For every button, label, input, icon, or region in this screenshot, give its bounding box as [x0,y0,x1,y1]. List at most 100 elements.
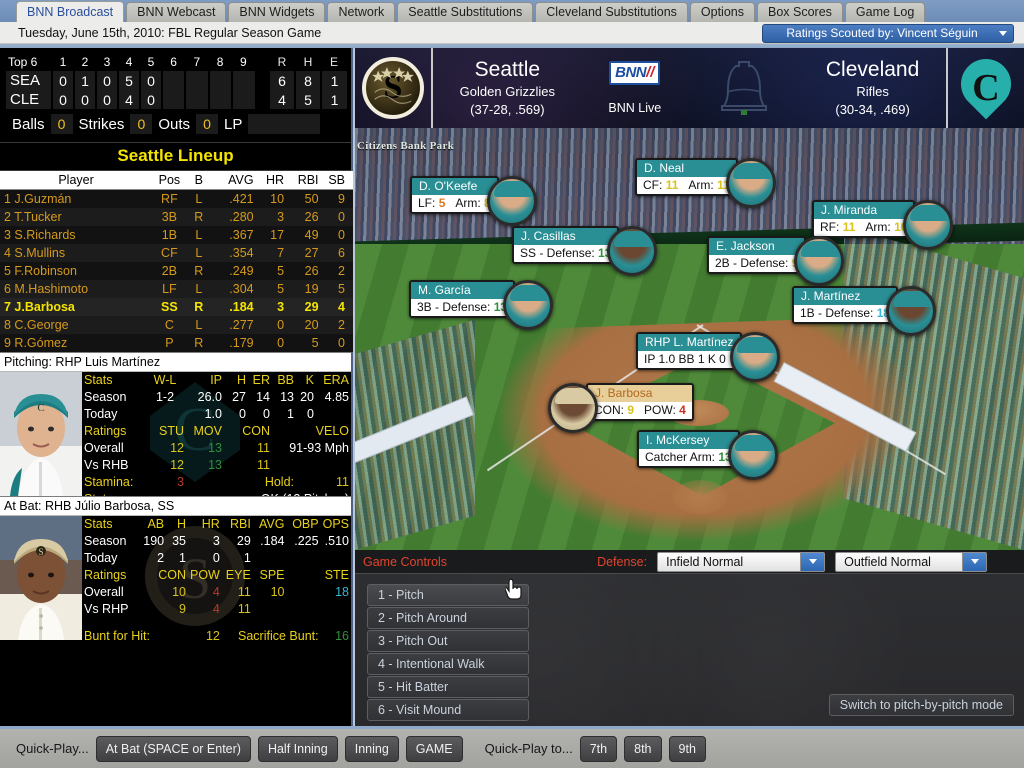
lineup-player-name: 3 S.Richards [0,225,153,244]
game-controls-buttons: 1 - Pitch 2 - Pitch Around 3 - Pitch Out 4 … [355,574,529,721]
infield-alignment-select[interactable]: Infield Normal [657,551,826,572]
lineup-row[interactable]: 7 J.Barbosa SS R .184 3 29 4 [0,297,353,316]
lineup-rbi: 20 [288,315,323,334]
game-control-button-2[interactable]: 2 - Pitch Around [367,607,529,629]
field-player-name: RHP L. Martínez [638,334,741,351]
bat-overall-con: 10 [172,585,186,599]
outfield-alignment-select[interactable]: Outfield Normal [835,551,988,572]
field-player-1b[interactable]: J. Martínez 1B - Defense: 18 [792,286,937,336]
total-h: 8 [294,71,321,90]
lineup-row[interactable]: 9 R.Gómez P R .179 0 5 0 [0,333,353,352]
tab-bnn-widgets[interactable]: BNN Widgets [228,2,326,22]
bat-hdr-spe: SPE [259,568,285,582]
switch-pitch-mode-button[interactable]: Switch to pitch-by-pitch mode [828,694,1014,716]
field-player-avatar [730,332,781,382]
chevron-down-icon[interactable] [962,552,987,571]
sacrifice-bunt-value: 16 [335,629,349,640]
field-player-ss[interactable]: J. Casillas SS - Defense: 13 [512,226,658,276]
tab-bnn-broadcast[interactable]: BNN Broadcast [16,1,125,22]
game-control-button-6[interactable]: 6 - Visit Mound [367,699,529,721]
pit-today-wl [144,406,186,423]
lineup-rbi: 50 [288,189,323,208]
linescore-row: CLE 0 0 0 4 0 4 5 1 [6,90,347,109]
pit-hdr-era: ERA [323,373,349,387]
quick-play-half-inning[interactable]: Half Inning [257,735,338,762]
tab-options[interactable]: Options [689,2,755,22]
field-player-stats: 3B - Defense: 13 [411,299,514,316]
bat-hdr-pow: POW [189,568,220,582]
inning-header: 7 [193,54,201,69]
field-player-name: J. Miranda [814,202,914,219]
field-stat-label: SS - Defense: [520,246,595,260]
lineup-row[interactable]: 6 M.Hashimoto LF L .304 5 19 5 [0,279,353,298]
pit-overall-stu: 12 [170,441,184,455]
field-stat-label: 1B - Defense: [800,306,874,320]
tab-game-log[interactable]: Game Log [844,2,926,22]
lineup-avg: .367 [210,225,258,244]
field-player-2b[interactable]: E. Jackson2B - Defense: 9 [707,236,845,286]
bat-season-h: 35 [172,534,186,548]
banner-center: Seattle Golden Grizzlies (37-28, .569) B… [431,48,948,128]
pit-hdr-h: H [236,373,246,387]
tab-seattle-substitutions[interactable]: Seattle Substitutions [397,2,534,22]
lineup-row[interactable]: 8 C.George C L .277 0 20 2 [0,315,353,334]
lineup-bats: L [186,279,211,298]
lineup-avg: .179 [210,333,258,352]
inning-runs [184,71,209,90]
field-player-bat[interactable]: J. Barbosa CON: 9 POW: 4 [548,383,694,433]
stadium-sign: Citizens Bank Park [357,140,455,152]
lineup-row[interactable]: 5 F.Robinson 2B R .249 5 26 2 [0,261,353,280]
pit-today-ip: 1.0 [204,407,222,421]
field-player-p[interactable]: RHP L. Martínez IP 1.0 BB 1 K 0 [636,332,781,382]
field-player-lf[interactable]: D. O'KeefeLF: 5 Arm: 8 [410,176,537,226]
field-player-c[interactable]: I. McKersey Catcher Arm: 13 [637,430,778,480]
pit-today-label: Today [84,407,118,421]
quick-play-at-bat-space-or-enter-[interactable]: At Bat (SPACE or Enter) [95,735,251,762]
tab-network[interactable]: Network [327,2,396,22]
field-player-name: J. Barbosa [588,385,692,402]
pit-season-bb: 13 [280,390,294,404]
chevron-down-icon[interactable] [800,552,825,571]
lineup-avg: .280 [210,207,258,226]
inning-header: 6 [170,54,177,69]
bunt-for-hit-value: 12 [205,629,220,640]
tab-box-scores[interactable]: Box Scores [757,2,843,22]
inning-runs: 0 [95,71,118,90]
field-player-stats: SS - Defense: 13 [514,245,618,262]
lineup-row[interactable]: 1 J.Guzmán RF L .421 10 50 9 [0,189,353,208]
pit-hdr-bb: BB [277,373,294,387]
quick-play-inning[interactable]: Inning [344,735,399,762]
ratings-scouted-by-dropdown[interactable]: Ratings Scouted by: Vincent Séguin [762,24,1014,43]
lineup-row[interactable]: 4 S.Mullins CF L .354 7 27 6 [0,243,353,262]
outs-label: Outs [158,115,191,133]
lineup-row[interactable]: 2 T.Tucker 3B R .280 3 26 0 [0,207,353,226]
total-e: 1 [320,90,347,109]
field-player-3b[interactable]: M. García 3B - Defense: 13 [409,280,554,330]
lineup-col-hr: HR [257,171,289,190]
game-control-button-5[interactable]: 5 - Hit Batter [367,676,529,698]
lineup-pos: LF [152,279,187,298]
game-control-button-3[interactable]: 3 - Pitch Out [367,630,529,652]
field-player-cf[interactable]: D. Neal CF: 11 Arm: 11 [635,158,776,208]
pit-overall-mov: 13 [208,441,222,455]
quick-play-game[interactable]: GAME [405,735,463,762]
bat-today-avg [253,550,287,567]
field-player-stats: LF: 5 Arm: 8 [412,195,497,212]
quick-play-to-7th[interactable]: 7th [579,735,618,762]
quick-play-to-9th[interactable]: 9th [668,735,706,762]
lineup-col-b: B [186,171,211,190]
tab-cleveland-substitutions[interactable]: Cleveland Substitutions [535,2,688,22]
pit-overall-label: Overall [84,441,124,455]
quick-play-to-8th[interactable]: 8th [624,735,662,762]
game-control-button-4[interactable]: 4 - Intentional Walk [367,653,529,675]
field-view[interactable]: Citizens Bank Park D. O'Keefe LF: 5 Arm: … [355,128,1024,550]
batter-heading: At Bat: RHB Júlio Barbosa, SS [0,495,351,516]
field-player-stats: CF: 11 Arm: 11 [637,177,736,194]
linescore-row: SEA 0 1 0 5 0 6 8 1 [6,71,347,90]
field-player-name: J. Martínez [794,288,897,305]
game-control-button-1[interactable]: 1 - Pitch [367,584,529,606]
inning-runs: 4 [117,90,140,109]
lineup-row[interactable]: 3 S.Richards 1B L .367 17 49 0 [0,225,353,244]
lineup-bats: R [186,261,211,280]
tab-bnn-webcast[interactable]: BNN Webcast [126,2,227,22]
